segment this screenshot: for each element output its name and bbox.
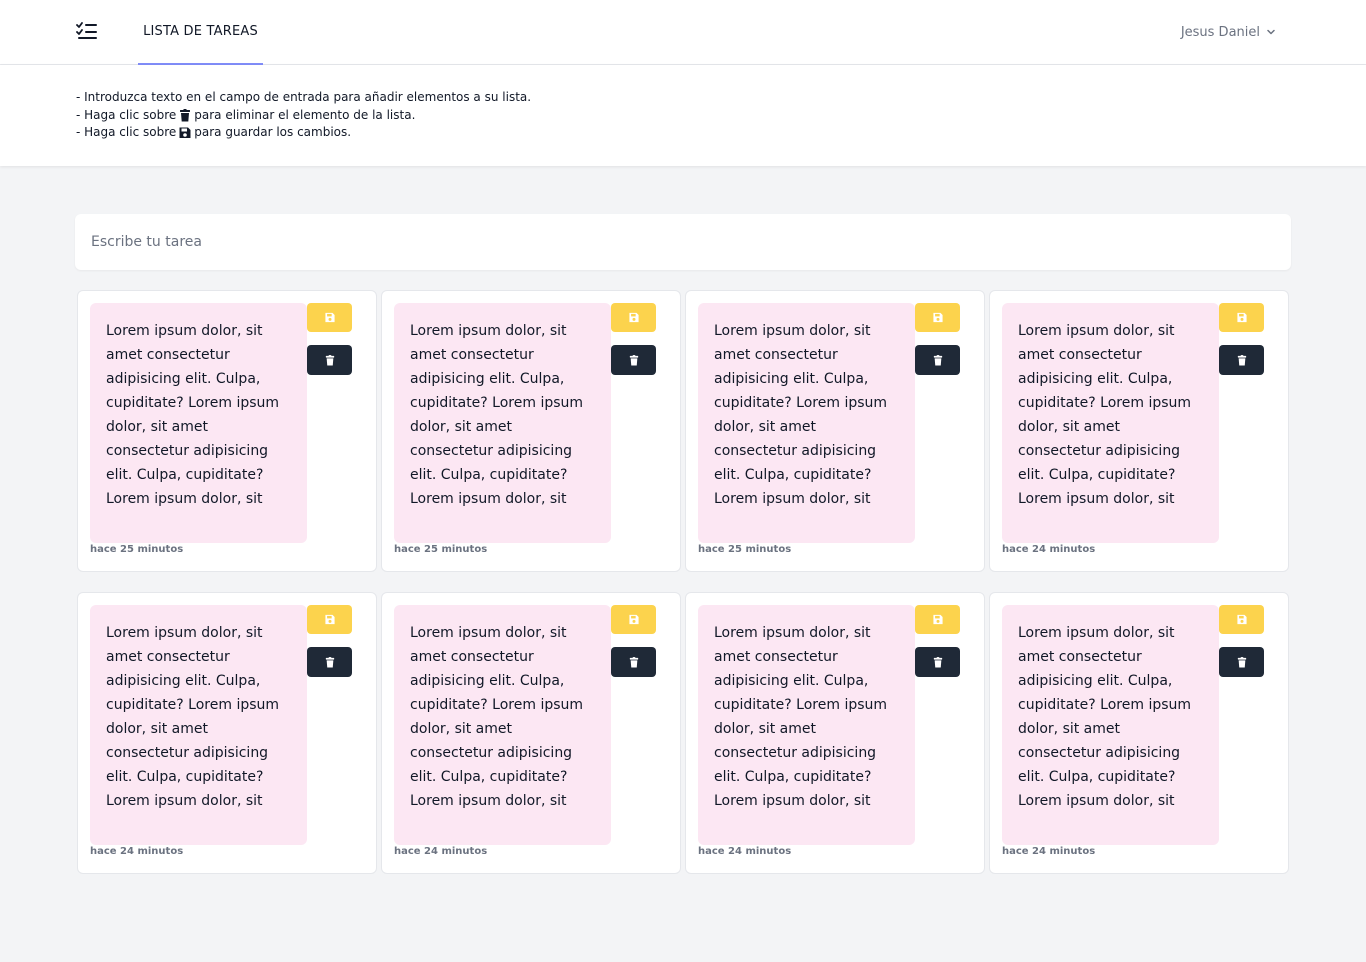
instructions-panel: - Introduzca texto en el campo de entrad… [0, 65, 1366, 166]
delete-button[interactable] [915, 345, 960, 375]
task-card: Lorem ipsum dolor, sit amet consectetur … [77, 290, 377, 572]
delete-button[interactable] [1219, 647, 1264, 677]
save-icon [324, 614, 335, 625]
delete-button[interactable] [307, 345, 352, 375]
trash-icon [180, 108, 191, 122]
task-card: Lorem ipsum dolor, sit amet consectetur … [685, 592, 985, 874]
instruction-text: para guardar los cambios. [194, 125, 352, 139]
save-icon [1236, 312, 1247, 323]
instruction-line: - Haga clic sobre para guardar los cambi… [76, 124, 1290, 142]
task-note-text[interactable]: Lorem ipsum dolor, sit amet consectetur … [90, 303, 307, 543]
instruction-text: para eliminar el elemento de la lista. [194, 107, 416, 122]
save-button[interactable] [1219, 605, 1264, 634]
instruction-text: - Introduzca texto en el campo de entrad… [76, 90, 532, 104]
user-name: Jesus Daniel [1180, 24, 1260, 40]
save-button[interactable] [915, 605, 960, 634]
task-input-container [75, 214, 1291, 270]
task-input[interactable] [75, 214, 1291, 270]
task-card: Lorem ipsum dolor, sit amet consectetur … [685, 290, 985, 572]
task-note-text[interactable]: Lorem ipsum dolor, sit amet consectetur … [394, 303, 611, 543]
task-card: Lorem ipsum dolor, sit amet consectetur … [77, 592, 377, 874]
task-note-text[interactable]: Lorem ipsum dolor, sit amet consectetur … [394, 605, 611, 845]
task-timestamp: hace 25 minutos [90, 544, 184, 555]
task-timestamp: hace 24 minutos [90, 846, 184, 857]
delete-button[interactable] [915, 647, 960, 677]
delete-button[interactable] [1219, 345, 1264, 375]
task-note-text[interactable]: Lorem ipsum dolor, sit amet consectetur … [1002, 605, 1219, 845]
task-note-text[interactable]: Lorem ipsum dolor, sit amet consectetur … [698, 605, 915, 845]
task-card: Lorem ipsum dolor, sit amet consectetur … [989, 290, 1289, 572]
save-button[interactable] [307, 605, 352, 634]
trash-icon [1237, 656, 1246, 667]
save-button[interactable] [1219, 303, 1264, 332]
trash-icon [1237, 354, 1246, 365]
save-button[interactable] [611, 303, 656, 332]
checklist-icon[interactable] [76, 22, 98, 40]
instruction-text: - Haga clic sobre [76, 125, 177, 139]
save-icon [628, 312, 639, 323]
delete-button[interactable] [611, 647, 656, 677]
instruction-line: - Haga clic sobre para eliminar el eleme… [76, 107, 1290, 125]
save-icon [324, 312, 335, 323]
save-button[interactable] [307, 303, 352, 332]
task-card: Lorem ipsum dolor, sit amet consectetur … [989, 592, 1289, 874]
save-icon [628, 614, 639, 625]
delete-button[interactable] [307, 647, 352, 677]
delete-button[interactable] [611, 345, 656, 375]
save-icon [932, 312, 943, 323]
save-icon [932, 614, 943, 625]
task-card: Lorem ipsum dolor, sit amet consectetur … [381, 592, 681, 874]
top-navigation-bar: LISTA DE TAREAS Jesus Daniel [0, 0, 1366, 65]
instruction-line: - Introduzca texto en el campo de entrad… [76, 89, 1290, 107]
task-timestamp: hace 24 minutos [698, 846, 792, 857]
chevron-down-icon [1267, 29, 1275, 35]
trash-icon [629, 656, 638, 667]
trash-icon [325, 656, 334, 667]
user-menu[interactable]: Jesus Daniel [1181, 22, 1276, 42]
trash-icon [933, 656, 942, 667]
save-button[interactable] [611, 605, 656, 634]
trash-icon [629, 354, 638, 365]
save-button[interactable] [915, 303, 960, 332]
task-timestamp: hace 24 minutos [1002, 846, 1096, 857]
save-icon [1236, 614, 1247, 625]
trash-icon [325, 354, 334, 365]
task-timestamp: hace 24 minutos [1002, 544, 1096, 555]
task-timestamp: hace 25 minutos [394, 544, 488, 555]
instruction-text: - Haga clic sobre [76, 107, 177, 122]
save-icon [179, 127, 191, 139]
task-timestamp: hace 25 minutos [698, 544, 792, 555]
task-note-text[interactable]: Lorem ipsum dolor, sit amet consectetur … [1002, 303, 1219, 543]
task-note-text[interactable]: Lorem ipsum dolor, sit amet consectetur … [90, 605, 307, 845]
task-timestamp: hace 24 minutos [394, 846, 488, 857]
nav-tab-task-list[interactable]: LISTA DE TAREAS [138, 0, 263, 65]
task-note-text[interactable]: Lorem ipsum dolor, sit amet consectetur … [698, 303, 915, 543]
task-grid: Lorem ipsum dolor, sit amet consectetur … [77, 290, 1289, 874]
trash-icon [933, 354, 942, 365]
task-card: Lorem ipsum dolor, sit amet consectetur … [381, 290, 681, 572]
